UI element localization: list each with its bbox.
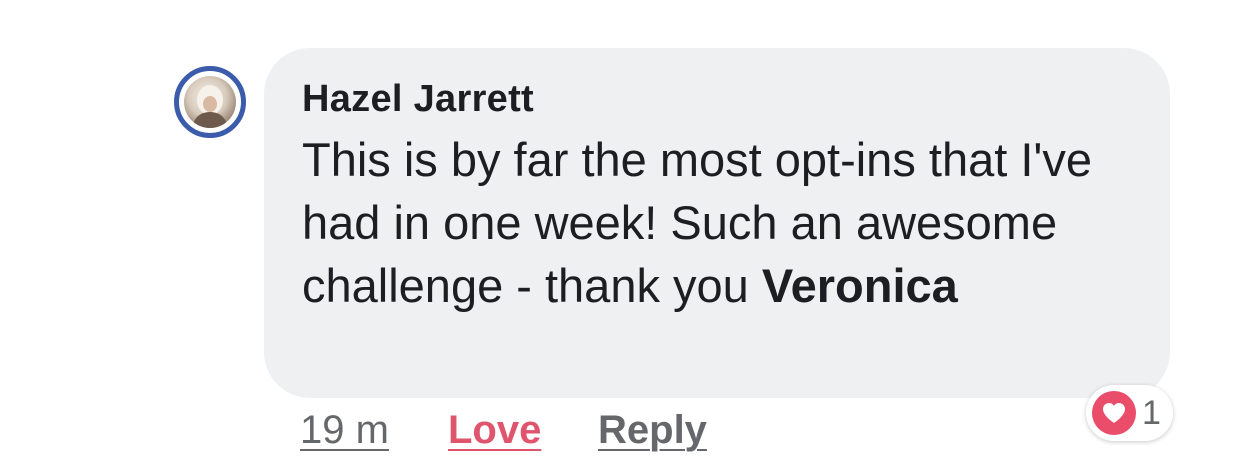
mention-link[interactable]: Veronica <box>762 259 958 312</box>
heart-icon <box>1092 391 1136 435</box>
reaction-summary[interactable]: 1 <box>1086 385 1173 441</box>
person-photo-icon <box>192 85 228 128</box>
comment-text-body: This is by far the most opt-ins that I'v… <box>302 133 1093 312</box>
comment-text: This is by far the most opt-ins that I'v… <box>302 128 1152 317</box>
timestamp-link[interactable]: 19 m <box>300 408 389 453</box>
avatar-photo <box>184 76 236 128</box>
avatar[interactable] <box>174 66 246 138</box>
reply-button[interactable]: Reply <box>598 408 707 453</box>
love-button[interactable]: Love <box>448 408 541 453</box>
reaction-count: 1 <box>1142 393 1161 432</box>
comment-author[interactable]: Hazel Jarrett <box>302 78 534 121</box>
